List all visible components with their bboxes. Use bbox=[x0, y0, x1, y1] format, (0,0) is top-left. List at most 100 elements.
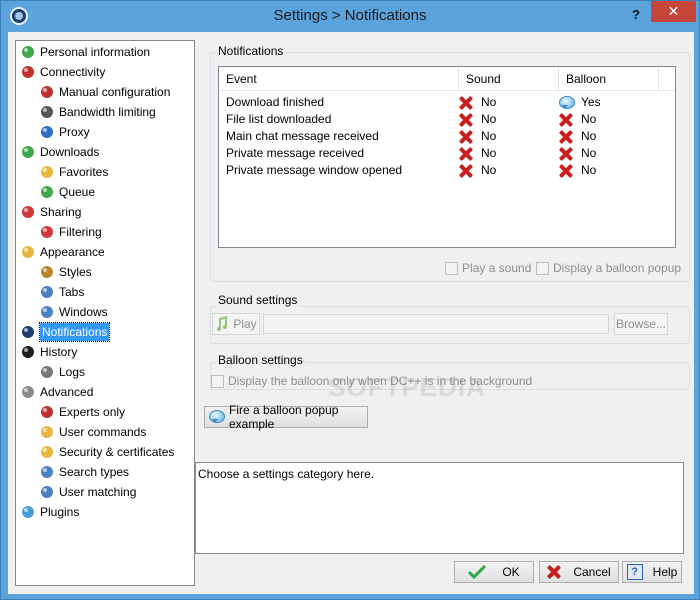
tree-item-label: Downloads bbox=[40, 145, 100, 159]
arrow-up-icon bbox=[39, 224, 55, 240]
tree-item-label: Security & certificates bbox=[59, 445, 175, 459]
tree-item-label: Tabs bbox=[59, 285, 85, 299]
tools-icon bbox=[39, 404, 55, 420]
tree-item-label: Queue bbox=[59, 185, 96, 199]
balloon-on-icon bbox=[559, 95, 575, 110]
arrow-up-icon bbox=[20, 204, 36, 220]
sound-cell[interactable]: No bbox=[459, 128, 496, 145]
column-header-sound[interactable]: Sound bbox=[459, 67, 559, 91]
tree-item-user-matching[interactable]: User matching bbox=[39, 483, 136, 501]
tree-item-label: Bandwidth limiting bbox=[59, 105, 156, 119]
tree-item-personal-information[interactable]: Personal information bbox=[20, 43, 150, 61]
balloon-off-icon bbox=[559, 164, 573, 178]
ok-button[interactable]: OK bbox=[454, 561, 534, 583]
tree-item-label: Experts only bbox=[59, 405, 126, 419]
tree-item-user-commands[interactable]: User commands bbox=[39, 423, 146, 441]
tree-item-label: Styles bbox=[59, 265, 92, 279]
tree-item-proxy[interactable]: Proxy bbox=[39, 123, 90, 141]
window-title: Settings > Notifications bbox=[273, 7, 427, 24]
play-sound-button[interactable]: Play bbox=[212, 313, 260, 335]
notification-row[interactable]: File list downloaded No No bbox=[219, 111, 675, 128]
tree-item-label: Notifications bbox=[38, 322, 111, 342]
tree-item-logs[interactable]: Logs bbox=[39, 363, 85, 381]
notification-row[interactable]: Download finished No Yes bbox=[219, 94, 675, 111]
tree-item-label: User commands bbox=[59, 425, 147, 439]
play-sound-checkbox[interactable]: Play a sound bbox=[445, 261, 531, 275]
tree-item-styles[interactable]: Styles bbox=[39, 263, 92, 281]
sound-cell[interactable]: No bbox=[459, 162, 496, 179]
column-header-event[interactable]: Event bbox=[219, 67, 459, 91]
titlebar-help-button[interactable]: ? bbox=[626, 5, 646, 25]
tree-item-connectivity[interactable]: Connectivity bbox=[20, 63, 105, 81]
sound-value: No bbox=[481, 163, 497, 177]
display-balloon-checkbox[interactable]: Display a balloon popup bbox=[536, 261, 681, 275]
cancel-label: Cancel bbox=[573, 565, 611, 579]
balloon-value: No bbox=[581, 146, 597, 160]
category-tree[interactable]: Personal information Connectivity Manual c… bbox=[15, 40, 195, 586]
tree-item-favorites[interactable]: Favorites bbox=[39, 163, 108, 181]
notification-row[interactable]: Private message window opened No No bbox=[219, 162, 675, 179]
balloon-value: Yes bbox=[581, 95, 601, 109]
tree-item-label: Search types bbox=[59, 465, 130, 479]
play-sound-checkbox-box[interactable] bbox=[445, 261, 458, 275]
notifications-list[interactable]: Event Sound Balloon Download finished No Y… bbox=[218, 66, 676, 248]
checkmark-icon bbox=[468, 564, 487, 580]
tree-item-experts-only[interactable]: Experts only bbox=[39, 403, 125, 421]
tree-item-sharing[interactable]: Sharing bbox=[20, 203, 81, 221]
sound-off-icon bbox=[459, 113, 473, 127]
cancel-button[interactable]: Cancel bbox=[539, 561, 619, 583]
tree-item-label: Logs bbox=[59, 365, 86, 379]
column-header-balloon[interactable]: Balloon bbox=[559, 67, 659, 91]
tree-item-history[interactable]: History bbox=[20, 343, 77, 361]
fire-balloon-example-button[interactable]: Fire a balloon popup example bbox=[204, 403, 368, 431]
tabs-icon bbox=[39, 284, 55, 300]
tree-item-appearance[interactable]: Appearance bbox=[20, 243, 105, 261]
tree-item-manual-configuration[interactable]: Manual configuration bbox=[39, 83, 170, 101]
event-label: File list downloaded bbox=[226, 112, 332, 126]
browse-button[interactable]: Browse... bbox=[614, 313, 668, 335]
help-button[interactable]: ? Help bbox=[622, 561, 682, 583]
balloon-off-icon bbox=[559, 147, 573, 161]
tree-item-bandwidth-limiting[interactable]: Bandwidth limiting bbox=[39, 103, 156, 121]
balloon-cell[interactable]: No bbox=[559, 128, 596, 145]
sound-settings-group-title: Sound settings bbox=[216, 293, 300, 307]
tree-item-filtering[interactable]: Filtering bbox=[39, 223, 102, 241]
tree-item-windows[interactable]: Windows bbox=[39, 303, 108, 321]
tree-item-plugins[interactable]: Plugins bbox=[20, 503, 79, 521]
notification-row[interactable]: Main chat message received No No bbox=[219, 128, 675, 145]
category-description-box: Choose a settings category here. bbox=[195, 462, 684, 554]
notification-row[interactable]: Private message received No No bbox=[219, 145, 675, 162]
close-button[interactable]: ✕ bbox=[651, 1, 696, 22]
sound-file-path-input[interactable] bbox=[263, 314, 609, 334]
sound-off-icon bbox=[459, 130, 473, 144]
event-label: Main chat message received bbox=[226, 129, 379, 143]
tree-item-label: Connectivity bbox=[40, 65, 106, 79]
balloon-cell[interactable]: No bbox=[559, 145, 596, 162]
sound-off-icon bbox=[459, 147, 473, 161]
fire-balloon-example-label: Fire a balloon popup example bbox=[229, 403, 339, 431]
tree-item-security-certificates[interactable]: Security & certificates bbox=[39, 443, 174, 461]
tree-item-label: Advanced bbox=[40, 385, 94, 399]
lock-icon bbox=[39, 444, 55, 460]
tree-item-search-types[interactable]: Search types bbox=[39, 463, 129, 481]
search-icon bbox=[39, 464, 55, 480]
balloon-cell[interactable]: Yes bbox=[559, 94, 601, 111]
tree-item-notifications[interactable]: Notifications bbox=[20, 322, 111, 342]
sound-cell[interactable]: No bbox=[459, 94, 496, 111]
windows-icon bbox=[39, 304, 55, 320]
balloon-background-only-box[interactable] bbox=[211, 374, 224, 388]
tree-item-tabs[interactable]: Tabs bbox=[39, 283, 84, 301]
sound-cell[interactable]: No bbox=[459, 145, 496, 162]
balloon-cell[interactable]: No bbox=[559, 162, 596, 179]
title-bar[interactable]: Settings > Notifications ? ✕ bbox=[1, 1, 699, 32]
tree-item-advanced[interactable]: Advanced bbox=[20, 383, 93, 401]
tree-item-downloads[interactable]: Downloads bbox=[20, 143, 99, 161]
balloon-cell[interactable]: No bbox=[559, 111, 596, 128]
balloon-value: No bbox=[581, 163, 597, 177]
tree-item-label: Proxy bbox=[59, 125, 90, 139]
clock-icon bbox=[20, 344, 36, 360]
tree-item-queue[interactable]: Queue bbox=[39, 183, 95, 201]
sound-cell[interactable]: No bbox=[459, 111, 496, 128]
sound-off-icon bbox=[459, 164, 473, 178]
display-balloon-checkbox-box[interactable] bbox=[536, 261, 549, 275]
